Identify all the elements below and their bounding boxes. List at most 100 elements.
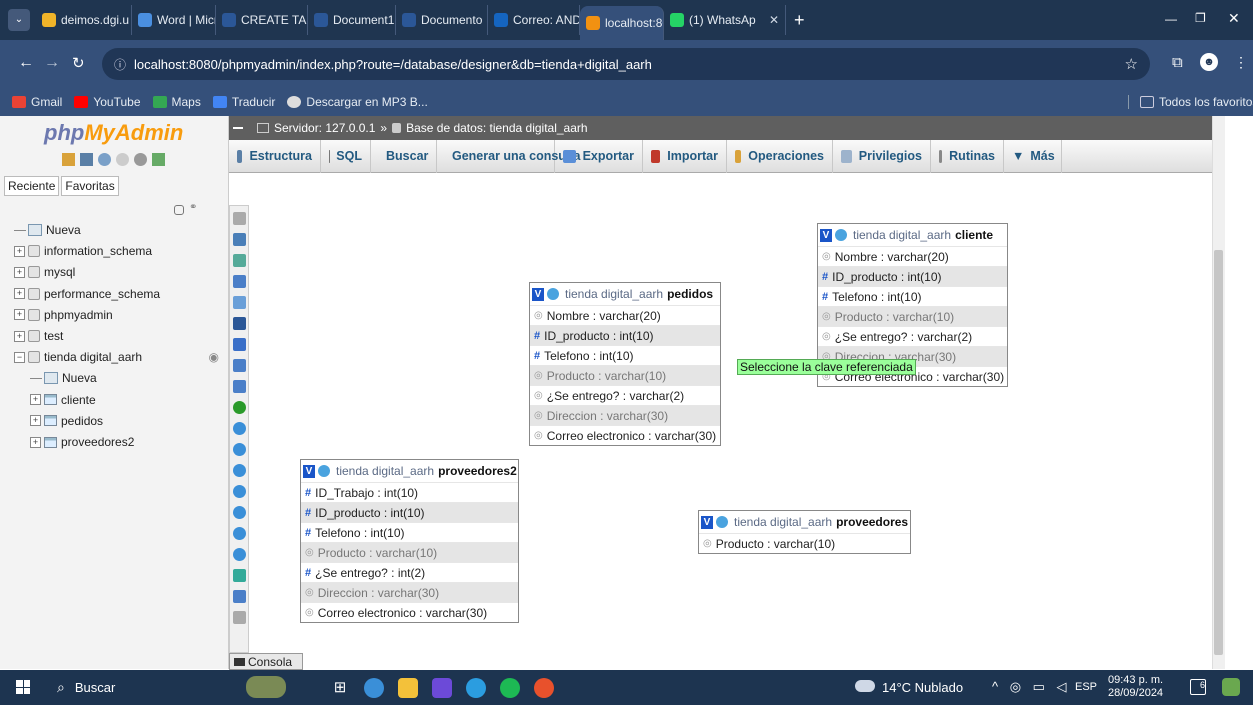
language-indicator[interactable]: ESP xyxy=(1075,681,1097,693)
help-icon[interactable] xyxy=(233,548,246,561)
tree-table-pedidos[interactable]: + pedidos xyxy=(30,411,103,431)
column-row[interactable]: ◎ Producto : varchar(10) xyxy=(301,542,518,562)
column-row[interactable]: # ID_Trabajo : int(10) xyxy=(301,482,518,502)
table-header[interactable]: Vtienda digital_aarh pedidos xyxy=(530,283,720,305)
lock-icon[interactable] xyxy=(233,506,246,519)
menu-más[interactable]: ▼ Más xyxy=(1004,139,1062,173)
exit-icon[interactable] xyxy=(80,153,93,166)
table-header[interactable]: Vtienda digital_aarh proveedores xyxy=(699,511,910,533)
bookmark-descargar[interactable]: Descargar en MP3 B... xyxy=(287,95,428,109)
opera-icon[interactable] xyxy=(534,678,554,698)
breadcrumb-server[interactable]: Servidor: 127.0.0.1 xyxy=(274,121,375,135)
bookmark-maps[interactable]: Maps xyxy=(152,95,201,109)
phpmyadmin-logo[interactable]: phpMyAdmin xyxy=(44,120,183,146)
collapse-nav-icon[interactable] xyxy=(233,127,243,129)
file-explorer-icon[interactable] xyxy=(398,678,418,698)
column-row[interactable]: # Telefono : int(10) xyxy=(530,345,720,365)
menu-estructura[interactable]: Estructura xyxy=(229,139,321,173)
menu-generar-una-consulta[interactable]: Generar una consulta xyxy=(437,139,581,173)
browser-tab[interactable]: deimos.dgi.u✕ xyxy=(36,5,132,35)
docs-icon[interactable] xyxy=(116,153,129,166)
browser-tab[interactable]: CREATE TABL✕ xyxy=(216,5,308,35)
column-row[interactable]: ◎ Nombre : varchar(20) xyxy=(530,305,720,325)
tab-search-icon[interactable]: ⌄ xyxy=(8,9,30,31)
query-window-icon[interactable] xyxy=(98,153,111,166)
bookmark-traducir[interactable]: Traducir xyxy=(212,95,275,109)
small-big-icon[interactable] xyxy=(233,464,246,477)
relation-icon[interactable] xyxy=(233,401,246,414)
expand-icon[interactable]: + xyxy=(30,436,41,448)
browser-tab[interactable]: Documento✕ xyxy=(396,5,488,35)
columns-icon[interactable] xyxy=(233,590,246,603)
tab-recent[interactable]: Reciente xyxy=(4,176,60,196)
settings-gear-icon[interactable] xyxy=(134,153,147,166)
bookmark-star-icon[interactable]: ☆ xyxy=(1125,55,1138,73)
column-row[interactable]: ◎ Producto : varchar(10) xyxy=(699,533,910,553)
toggle-columns-icon[interactable]: V xyxy=(303,464,315,478)
column-row[interactable]: # ID_producto : int(10) xyxy=(818,266,1007,286)
all-bookmarks[interactable]: Todos los favoritos xyxy=(1140,95,1253,109)
menu-sql[interactable]: SQL xyxy=(321,139,371,173)
link-icon[interactable]: ⚭ xyxy=(189,202,197,213)
tree-new[interactable]: Nueva xyxy=(30,368,97,388)
profile-avatar[interactable]: ☻ xyxy=(1200,53,1218,71)
toggle-icon[interactable] xyxy=(233,212,246,225)
table-options-icon[interactable] xyxy=(835,229,847,241)
column-row[interactable]: ◎ ¿Se entrego? : varchar(2) xyxy=(818,326,1007,346)
table-options-icon[interactable] xyxy=(318,465,330,477)
table-header[interactable]: Vtienda digital_aarh cliente xyxy=(818,224,1007,246)
expand-icon[interactable]: + xyxy=(14,330,25,342)
chrome-app-icon[interactable] xyxy=(364,678,384,698)
column-row[interactable]: ◎ Direccion : varchar(30) xyxy=(301,582,518,602)
column-row[interactable]: ◎ Producto : varchar(10) xyxy=(818,306,1007,326)
column-row[interactable]: ◎ Nombre : varchar(20) xyxy=(818,246,1007,266)
menu-buscar[interactable]: Buscar xyxy=(371,139,437,173)
site-info-icon[interactable]: ⓘ xyxy=(114,56,126,73)
close-tab-icon[interactable]: ✕ xyxy=(763,13,779,27)
tree-database[interactable]: + performance_schema xyxy=(14,284,160,304)
bookmark-youtube[interactable]: YouTube xyxy=(74,95,141,109)
fullscreen-icon[interactable] xyxy=(233,233,246,246)
designer-table-proveedores[interactable]: Vtienda digital_aarh proveedores ◎ Producto… xyxy=(698,510,911,554)
menu-privilegios[interactable]: Privilegios xyxy=(833,139,931,173)
expand-icon[interactable]: − xyxy=(14,351,25,363)
expand-icon[interactable]: + xyxy=(30,394,41,406)
tray-icons[interactable]: ^ ◎ ▭ ◁ xyxy=(992,679,1071,695)
forward-icon[interactable]: → xyxy=(44,54,60,72)
tree-database[interactable]: + phpmyadmin xyxy=(14,305,113,325)
table-header[interactable]: Vtienda digital_aarh proveedores2 xyxy=(301,460,518,482)
column-row[interactable]: # ID_producto : int(10) xyxy=(301,502,518,522)
taskbar-search[interactable]: ⌕ Buscar xyxy=(49,670,225,705)
save-as-icon[interactable] xyxy=(233,338,246,351)
menu-icon[interactable] xyxy=(233,611,246,624)
expand-icon[interactable]: + xyxy=(14,266,25,278)
toggle-columns-icon[interactable]: V xyxy=(820,228,832,242)
new-page-icon[interactable] xyxy=(233,275,246,288)
refresh-icon[interactable] xyxy=(233,527,246,540)
column-row[interactable]: ◎ ¿Se entrego? : varchar(2) xyxy=(530,385,720,405)
expand-icon[interactable]: + xyxy=(14,309,25,321)
column-row[interactable]: ◎ Producto : varchar(10) xyxy=(530,365,720,385)
reload-icon[interactable]: ↻ xyxy=(72,54,85,72)
home-icon[interactable] xyxy=(62,153,75,166)
tree-database[interactable]: + test xyxy=(14,326,63,346)
new-tab-button[interactable]: + xyxy=(794,10,805,31)
table-options-icon[interactable] xyxy=(716,516,728,528)
eye-icon[interactable]: ◉ xyxy=(209,350,219,364)
weather-text[interactable]: 14°C Nublado xyxy=(882,680,963,695)
column-row[interactable]: ◎ Correo electronico : varchar(30) xyxy=(530,425,720,445)
browser-tab[interactable]: Document1✕ xyxy=(308,5,396,35)
minimize-icon[interactable]: — xyxy=(1165,12,1177,26)
toggle-columns-icon[interactable]: V xyxy=(701,515,713,529)
save-icon[interactable] xyxy=(233,317,246,330)
scrollbar-thumb[interactable] xyxy=(1214,250,1223,655)
toggle-all-icon[interactable] xyxy=(233,485,246,498)
visual-studio-icon[interactable] xyxy=(432,678,452,698)
windows-start-icon[interactable] xyxy=(16,680,30,694)
tree-database[interactable]: − tienda digital_aarh ◉ xyxy=(14,347,219,367)
browser-tab[interactable]: localhost:80✕ xyxy=(580,6,664,40)
extensions-icon[interactable]: ⧉ xyxy=(1172,54,1183,71)
app-tray-icon[interactable] xyxy=(1222,678,1240,696)
snap-grid-icon[interactable] xyxy=(233,443,246,456)
browser-menu-icon[interactable]: ⋮ xyxy=(1234,54,1248,71)
